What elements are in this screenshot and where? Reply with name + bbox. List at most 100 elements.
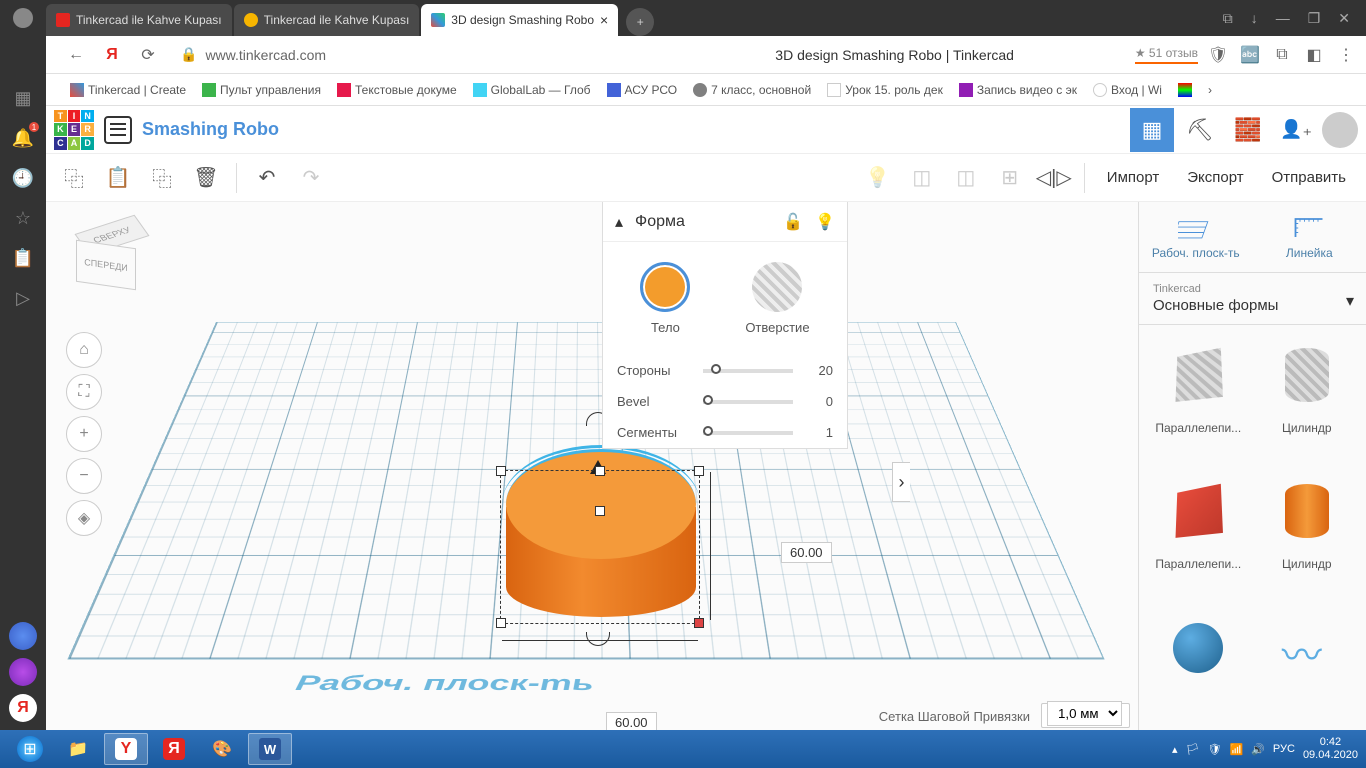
bookmark-item[interactable]: Вход | Wi: [1093, 83, 1162, 97]
delete-button[interactable]: 🗑: [186, 158, 226, 198]
snap-select[interactable]: 1,0 мм: [1047, 701, 1122, 726]
bookmark-item[interactable]: Пульт управления: [202, 83, 321, 97]
shape-cylinder[interactable]: Цилиндр: [1258, 471, 1357, 597]
slider[interactable]: [703, 431, 793, 435]
shape-torus[interactable]: 〰: [1258, 608, 1357, 720]
browser-tab[interactable]: Tinkercad ile Kahve Kupası: [46, 4, 232, 36]
bookmark-item[interactable]: GlobalLab — Глоб: [473, 83, 591, 97]
canvas[interactable]: Рабоч. плоск-ть СВЕРХУ СПЕРЕДИ ⌂ ⛶ + − ◈: [46, 202, 1138, 730]
assistant-icon-2[interactable]: [9, 658, 37, 686]
redo-button[interactable]: ↷: [291, 158, 331, 198]
dimension-height[interactable]: 60.00: [781, 542, 832, 563]
network-icon[interactable]: 📶: [1230, 743, 1244, 756]
dimension-width[interactable]: 60.00: [606, 712, 657, 730]
bookmark-item[interactable]: АСУ РСО: [607, 83, 678, 97]
clock[interactable]: 0:42 09.04.2020: [1303, 736, 1358, 762]
bookmark-item[interactable]: [1178, 83, 1192, 97]
url-field[interactable]: 🔒 www.tinkercad.com: [170, 41, 654, 69]
close-icon[interactable]: ✕: [1338, 10, 1350, 27]
rating-badge[interactable]: ★ 51 отзыв: [1135, 46, 1198, 64]
align-button[interactable]: ⊞: [990, 158, 1030, 198]
height-handle[interactable]: [590, 460, 606, 474]
yandex-icon[interactable]: Я: [9, 694, 37, 722]
home-button[interactable]: Я: [98, 41, 126, 69]
yandex-browser-task[interactable]: Y: [104, 733, 148, 765]
send-button[interactable]: Отправить: [1260, 158, 1358, 198]
flag-icon[interactable]: 🏳: [1186, 743, 1200, 756]
shape-sphere[interactable]: [1149, 608, 1248, 720]
tinkercad-logo[interactable]: TIN KER CAD: [54, 110, 94, 150]
lego-mode-button[interactable]: 🧱: [1226, 108, 1270, 152]
fit-view-button[interactable]: ⛶: [66, 374, 102, 410]
add-user-button[interactable]: 👤₊: [1274, 108, 1318, 152]
explorer-button[interactable]: 📁: [56, 733, 100, 765]
group-button[interactable]: ◫: [902, 158, 942, 198]
extension-icon[interactable]: ◧: [1302, 43, 1326, 67]
workplane-tool[interactable]: Рабоч. плоск-ть: [1139, 202, 1253, 272]
shield-icon[interactable]: 🛡: [1206, 43, 1230, 67]
ruler-tool[interactable]: Линейка: [1253, 202, 1366, 272]
viewcube-front[interactable]: СПЕРЕДИ: [76, 240, 136, 290]
lock-icon[interactable]: 🔓: [783, 212, 803, 232]
bookmark-item[interactable]: 7 класс, основной: [693, 83, 811, 97]
slider[interactable]: [703, 369, 793, 373]
hole-mode-button[interactable]: Отверстие: [745, 262, 809, 335]
user-avatar[interactable]: [1322, 112, 1358, 148]
tabs-overview-icon[interactable]: ⧉: [1223, 10, 1233, 27]
zoom-out-button[interactable]: −: [66, 458, 102, 494]
start-button[interactable]: ⊞: [8, 733, 52, 765]
undo-button[interactable]: ↶: [247, 158, 287, 198]
bookmarks-overflow[interactable]: ›: [1208, 83, 1212, 97]
ungroup-button[interactable]: ◫: [946, 158, 986, 198]
bookmark-item[interactable]: Запись видео с эк: [959, 83, 1077, 97]
shape-box-hole[interactable]: Параллелепи...: [1149, 335, 1248, 461]
solid-mode-button[interactable]: Тело: [640, 262, 690, 335]
export-button[interactable]: Экспорт: [1175, 158, 1255, 198]
maximize-icon[interactable]: ❐: [1308, 10, 1321, 27]
defender-icon[interactable]: 🛡: [1208, 743, 1222, 756]
shape-box[interactable]: Параллелепи...: [1149, 471, 1248, 597]
back-button[interactable]: ←: [62, 41, 90, 69]
bookmark-item[interactable]: Текстовые докуме: [337, 83, 457, 97]
minecraft-mode-button[interactable]: ⛏: [1178, 108, 1222, 152]
duplicate-button[interactable]: ⿻: [142, 158, 182, 198]
bookmark-item[interactable]: Tinkercad | Create: [70, 83, 186, 97]
apps-icon[interactable]: ▦: [11, 86, 35, 110]
paste-button[interactable]: 📋: [98, 158, 138, 198]
bulb-icon[interactable]: 💡: [815, 212, 835, 232]
shape-cylinder-hole[interactable]: Цилиндр: [1258, 335, 1357, 461]
project-name[interactable]: Smashing Robo: [142, 119, 1130, 140]
blocks-mode-button[interactable]: ▦: [1130, 108, 1174, 152]
word-task[interactable]: W: [248, 733, 292, 765]
zoom-in-button[interactable]: +: [66, 416, 102, 452]
bulb-button[interactable]: 💡: [858, 158, 898, 198]
design-menu-button[interactable]: [104, 116, 132, 144]
download-icon[interactable]: ↓: [1251, 10, 1258, 27]
new-tab-button[interactable]: +: [626, 8, 654, 36]
browser-tab-active[interactable]: 3D design Smashing Robo ×: [421, 4, 618, 36]
close-icon[interactable]: ×: [600, 12, 608, 28]
clipboard-icon[interactable]: 📋: [11, 246, 35, 270]
collapse-icon[interactable]: ▴: [615, 212, 623, 232]
expand-sidebar-button[interactable]: ›: [892, 462, 910, 502]
home-view-button[interactable]: ⌂: [66, 332, 102, 368]
bell-icon[interactable]: 🔔1: [11, 126, 35, 150]
yandex-task[interactable]: Я: [152, 733, 196, 765]
bookmark-item[interactable]: Урок 15. роль дек: [827, 83, 943, 97]
translate-icon[interactable]: 🔤: [1238, 43, 1262, 67]
minimize-icon[interactable]: —: [1276, 10, 1290, 27]
import-button[interactable]: Импорт: [1095, 158, 1171, 198]
star-icon[interactable]: ☆: [11, 206, 35, 230]
play-icon[interactable]: ▷: [11, 286, 35, 310]
slider[interactable]: [703, 400, 793, 404]
reload-button[interactable]: ⟳: [134, 41, 162, 69]
tray-up-icon[interactable]: ▴: [1172, 743, 1178, 756]
selected-shape-cylinder[interactable]: [506, 427, 696, 627]
assistant-icon[interactable]: [9, 622, 37, 650]
app-task[interactable]: 🎨: [200, 733, 244, 765]
ortho-button[interactable]: ◈: [66, 500, 102, 536]
pip-icon[interactable]: ⧉: [1270, 43, 1294, 67]
history-icon[interactable]: 🕘: [11, 166, 35, 190]
lang-indicator[interactable]: РУС: [1273, 743, 1295, 755]
mirror-button[interactable]: ◁|▷: [1034, 158, 1074, 198]
